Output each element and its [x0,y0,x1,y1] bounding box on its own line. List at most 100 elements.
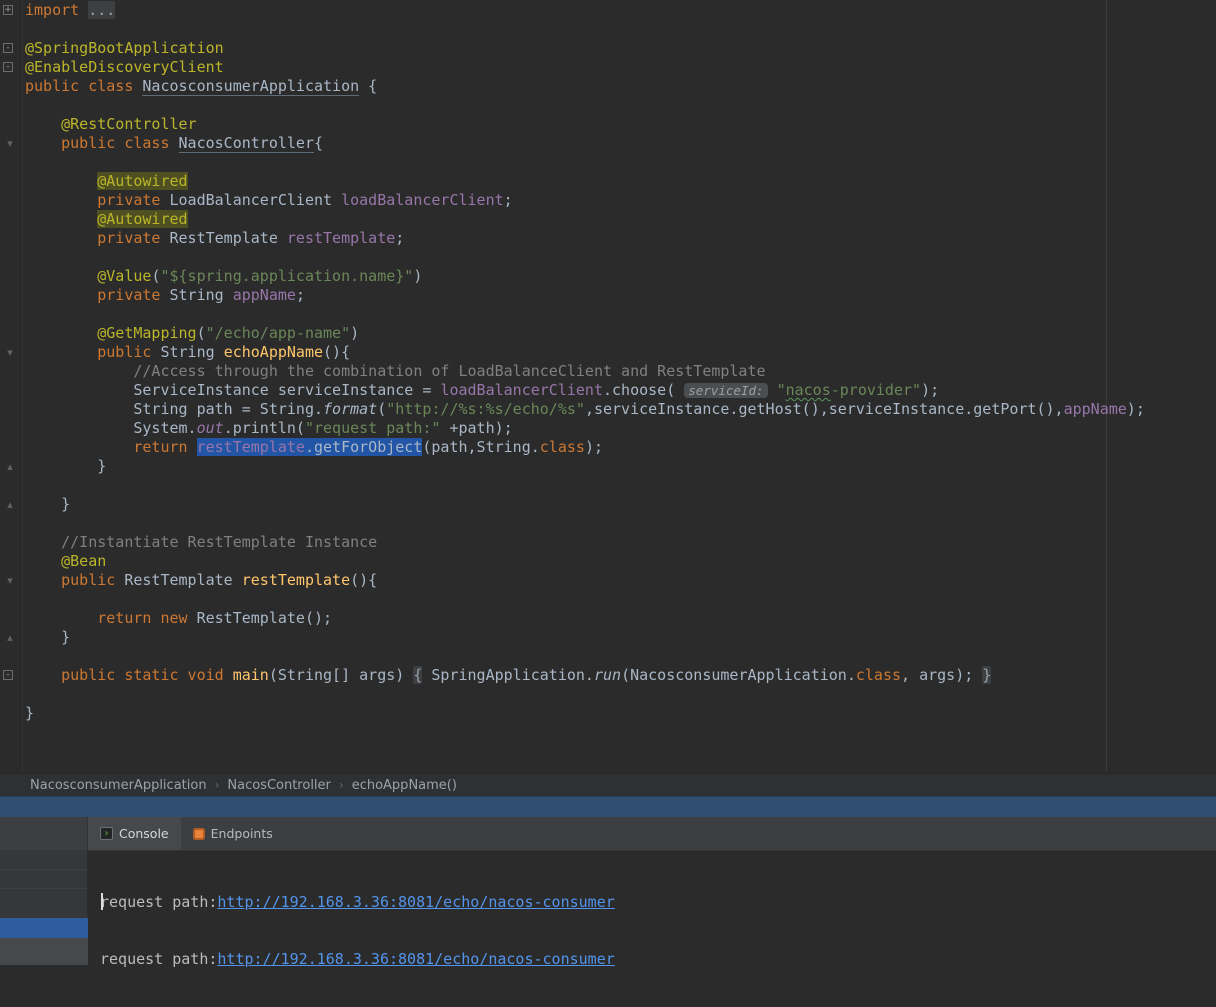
tab-console[interactable]: Console [88,817,181,850]
editor[interactable]: import ... @SpringBootApplication @EnableD… [0,0,1216,773]
code-token: "http://%s:%s/echo/%s" [386,400,585,418]
code-line[interactable]: import ... [25,1,1145,20]
code-line[interactable] [25,96,1145,115]
code-line[interactable]: private LoadBalancerClient loadBalancerC… [25,191,1145,210]
fold-marker-icon[interactable]: ▴ [3,632,17,643]
code-line[interactable]: @GetMapping("/echo/app-name") [25,324,1145,343]
breadcrumb-item[interactable]: echoAppName() [352,778,457,793]
fold-marker-icon[interactable]: + [3,5,13,15]
code-token: appName [232,286,296,304]
code-line[interactable] [25,647,1145,666]
code-token: " [776,381,786,399]
code-line[interactable]: @Autowired [25,210,1145,229]
code-line[interactable]: public String echoAppName(){ [25,343,1145,362]
code-token: format [323,400,378,418]
code-token: ... [88,1,116,19]
code-line[interactable] [25,248,1145,267]
code-line[interactable]: private String appName; [25,286,1145,305]
code-token: } [982,666,992,684]
code-line[interactable]: @RestController [25,115,1145,134]
breadcrumb-item[interactable]: NacosController [227,778,331,793]
code-line[interactable] [25,476,1145,495]
code-line[interactable]: @Autowired [25,172,1145,191]
fold-marker-icon[interactable]: ▾ [3,138,17,149]
code-line[interactable]: ServiceInstance serviceInstance = loadBa… [25,381,1145,400]
code-line[interactable]: public static void main(String[] args) {… [25,666,1145,685]
endpoints-icon [192,827,205,840]
breadcrumb-separator-icon: › [214,778,220,792]
fold-marker-icon[interactable]: - [3,670,13,680]
code-line[interactable]: System.out.println("request path:" +path… [25,419,1145,438]
code-line[interactable]: } [25,704,1145,723]
code-token: { [314,134,324,152]
code-token: } [25,704,35,722]
fold-marker-icon[interactable]: ▾ [3,347,17,358]
code-token: RestTemplate [169,229,287,247]
code-line[interactable]: public RestTemplate restTemplate(){ [25,571,1145,590]
tab-endpoints[interactable]: Endpoints [181,817,285,850]
code-token: public static void [61,666,233,684]
row-divider [0,888,88,889]
fold-marker-icon[interactable]: ▴ [3,461,17,472]
code-token: } [25,457,107,475]
console-text: request path: [100,893,218,911]
code-line[interactable]: //Instantiate RestTemplate Instance [25,533,1145,552]
code-line[interactable] [25,685,1145,704]
console-text: request path: [100,950,218,968]
code-line[interactable]: @EnableDiscoveryClient [25,58,1145,77]
code-token: class [855,666,902,684]
code-token: @Autowired [97,210,188,228]
code-token: ( [196,324,206,342]
code-token: "/echo/app-name" [205,324,351,342]
code-line[interactable] [25,153,1145,172]
code-line[interactable]: @SpringBootApplication [25,39,1145,58]
console-log-line: request path:http://192.168.3.36:8081/ec… [100,950,615,969]
code-line[interactable]: return new RestTemplate(); [25,609,1145,628]
code-line[interactable] [25,20,1145,39]
code-token: SpringApplication. [422,666,594,684]
code-token: ) [350,324,360,342]
code-line[interactable]: String path = String.format("http://%s:%… [25,400,1144,419]
selected-item-highlight[interactable] [0,918,88,938]
code-line[interactable]: } [25,457,1145,476]
code-token: ); [584,438,603,456]
code-line[interactable] [25,590,1145,609]
code-line[interactable]: return restTemplate.getForObject(path,St… [25,438,1145,457]
code-token: "${spring.application.name}" [160,267,414,285]
console-link[interactable]: http://192.168.3.36:8081/echo/nacos-cons… [217,950,614,968]
breadcrumb-item[interactable]: NacosconsumerApplication [30,778,207,793]
code-line[interactable]: //Access through the combination of Load… [25,362,1145,381]
fold-marker-icon[interactable]: - [3,43,13,53]
code-line[interactable]: @Bean [25,552,1145,571]
code-token: , args); [901,666,983,684]
fold-marker-icon[interactable]: ▾ [3,575,17,586]
code-line[interactable]: } [25,495,1145,514]
fold-marker-icon[interactable]: - [3,62,13,72]
code-line[interactable] [25,305,1145,324]
code-token: ( [377,400,387,418]
code-line[interactable] [25,514,1145,533]
console-link[interactable]: http://192.168.3.36:8081/echo/nacos-cons… [217,893,614,911]
code-area[interactable]: import ... @SpringBootApplication @EnableD… [25,1,1145,723]
code-line[interactable]: public class NacosController{ [25,134,1145,153]
console-panel[interactable]: request path:http://192.168.3.36:8081/ec… [0,850,1216,968]
fold-marker-icon[interactable]: ▴ [3,499,17,510]
console-output: request path:http://192.168.3.36:8081/ec… [100,855,615,1007]
code-line[interactable]: @Value("${spring.application.name}") [25,267,1145,286]
code-line[interactable]: private RestTemplate restTemplate; [25,229,1145,248]
code-token: @GetMapping [97,324,197,342]
code-token: restTemplate [196,438,305,456]
code-line[interactable]: public class NacosconsumerApplication { [25,77,1145,96]
code-line[interactable]: } [25,628,1145,647]
